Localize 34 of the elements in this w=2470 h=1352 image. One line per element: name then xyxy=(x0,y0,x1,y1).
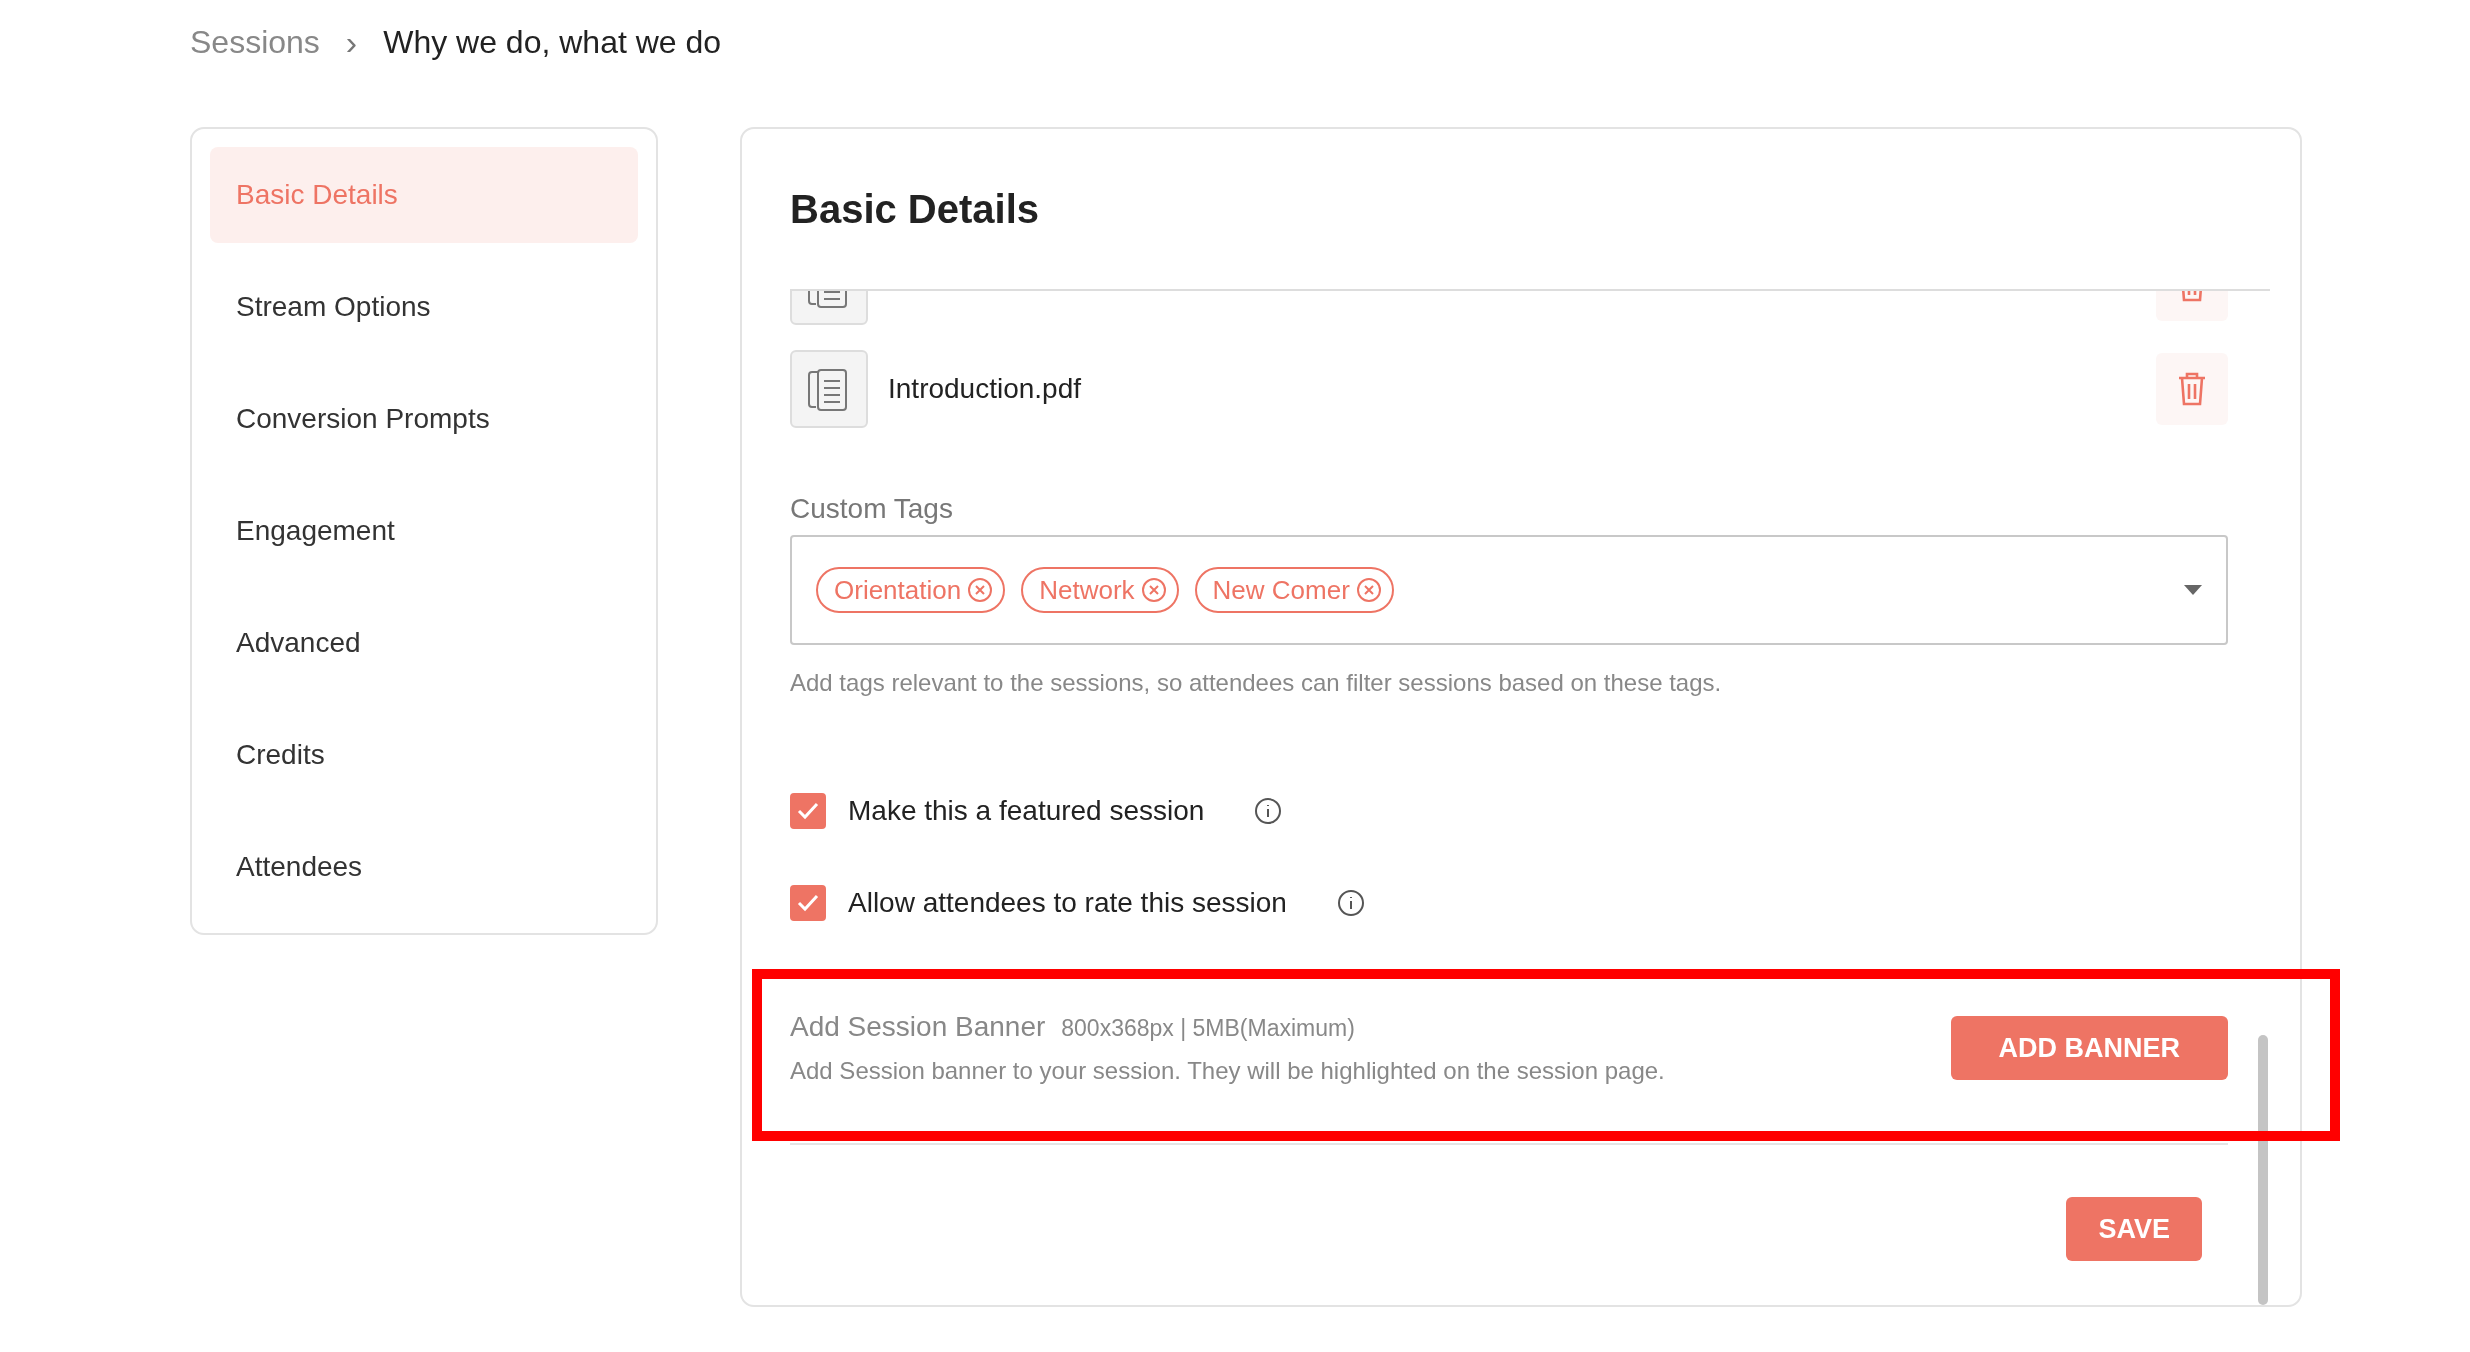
field-hint: Add tags relevant to the sessions, so attendees can filter sessions based on these tags. xyxy=(790,669,1723,697)
info-icon[interactable] xyxy=(1254,797,1283,825)
check-icon xyxy=(796,893,820,913)
tag-label: Orientation xyxy=(834,574,962,606)
sidebar-item[interactable]: Credits xyxy=(210,707,638,803)
sidebar-item[interactable]: Conversion Prompts xyxy=(210,371,638,467)
sidebar-item[interactable]: Attendees xyxy=(210,819,638,915)
banner-title: Add Session Banner xyxy=(790,1011,1046,1043)
checkbox[interactable] xyxy=(790,793,826,829)
dropdown-caret-icon[interactable] xyxy=(2184,585,2202,595)
sidebar-item[interactable]: Advanced xyxy=(210,595,638,691)
remove-icon[interactable] xyxy=(1140,577,1167,603)
checkbox-label: Allow attendees to rate this session xyxy=(848,887,1287,919)
breadcrumb-link[interactable]: Sessions xyxy=(190,23,320,61)
checkbox[interactable] xyxy=(790,885,826,921)
banner-description: Add Session banner to your session. They will be highlighted on the session page. xyxy=(790,1057,1666,1085)
info-icon[interactable] xyxy=(1336,889,1365,917)
tag-label: Network xyxy=(1039,574,1135,606)
sidebar-item[interactable]: Engagement xyxy=(210,483,638,579)
check-icon xyxy=(796,801,820,821)
sidebar-item[interactable]: Stream Options xyxy=(210,259,638,355)
remove-icon[interactable] xyxy=(1355,577,1382,603)
remove-icon[interactable] xyxy=(967,577,994,603)
delete-button[interactable] xyxy=(2156,353,2228,425)
checkbox-label: Make this a featured session xyxy=(848,795,1205,827)
field-label: Custom Tags xyxy=(790,493,954,525)
breadcrumb-current: Why we do, what we do xyxy=(383,23,722,61)
panel-title: Basic Details xyxy=(790,186,1041,233)
scrollbar-thumb[interactable] xyxy=(2258,1035,2268,1305)
breadcrumb-separator: › xyxy=(345,22,358,62)
banner-spec: 800x368px | 5MB(Maximum) xyxy=(1061,1015,1355,1042)
tag-label: New Comer xyxy=(1212,574,1350,606)
trash-icon xyxy=(2177,371,2207,407)
file-name: Introduction.pdf xyxy=(888,373,1083,405)
